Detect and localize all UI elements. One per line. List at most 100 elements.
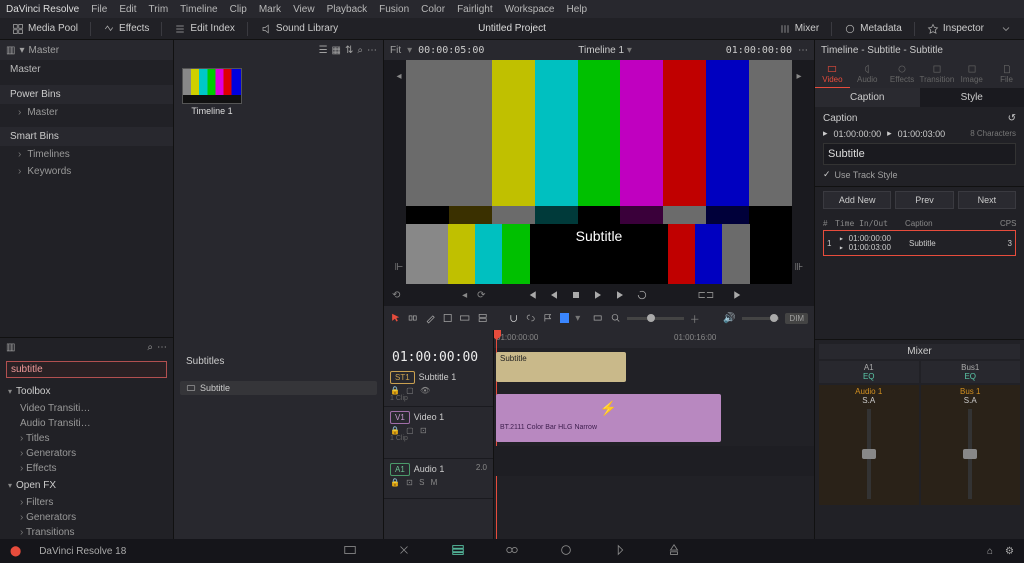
marker-color-icon[interactable] xyxy=(560,313,569,323)
video-track-header[interactable]: V1Video 1 🔒 ▢ ⊡ 1 Clip xyxy=(384,407,493,459)
subtitle-generator[interactable]: Subtitle xyxy=(180,381,377,395)
menu-mark[interactable]: Mark xyxy=(259,4,281,15)
video-clip[interactable]: ⚡ BT.2111 Color Bar HLG Narrow xyxy=(496,394,721,442)
menu-timeline[interactable]: Timeline xyxy=(180,4,217,15)
loop-play-icon[interactable] xyxy=(636,289,648,301)
in-out-icon[interactable]: ⊏⊐ xyxy=(698,290,715,301)
openfx-header[interactable]: Open FX xyxy=(0,476,173,495)
page-fusion[interactable] xyxy=(505,543,519,560)
chevron-icon[interactable]: ▾ xyxy=(19,45,24,56)
ofx-filters[interactable]: Filters xyxy=(0,495,173,510)
next-edit-icon[interactable]: ▸ xyxy=(796,71,801,82)
effects-button[interactable]: Effects xyxy=(97,21,155,37)
ofx-generators[interactable]: Generators xyxy=(0,510,173,525)
subtitles-category[interactable]: Subtitles xyxy=(180,352,377,371)
step-fwd-icon[interactable] xyxy=(614,289,626,301)
go-end-icon[interactable] xyxy=(732,289,744,301)
page-deliver[interactable] xyxy=(667,543,681,560)
zoom-detail-icon[interactable] xyxy=(610,312,621,324)
mixer-a1[interactable]: A1EQ xyxy=(819,361,919,383)
prev-edit-icon[interactable]: ◂ xyxy=(396,71,401,82)
subtab-caption[interactable]: Caption xyxy=(815,88,920,107)
inspector-tab-image[interactable]: Image xyxy=(954,60,989,88)
caption-text-input[interactable]: Subtitle xyxy=(823,143,1016,165)
tc-out[interactable]: 01:00:03:00 xyxy=(898,129,946,139)
page-media[interactable] xyxy=(343,543,357,560)
timeline-thumbnail[interactable]: Timeline 1 xyxy=(182,68,242,116)
fx-titles[interactable]: Titles xyxy=(0,431,173,446)
dim-button[interactable]: DIM xyxy=(785,313,808,324)
match-frame-icon[interactable]: ⟲ xyxy=(392,290,400,301)
loop-icon[interactable]: ⟳ xyxy=(477,290,485,301)
expand-button[interactable] xyxy=(994,21,1018,37)
prev-clip-icon[interactable]: ◂ xyxy=(462,290,467,301)
viewer-timeline-name[interactable]: Timeline 1 xyxy=(578,45,624,56)
audio-track-header[interactable]: A1Audio 12.0 🔒 ⊡ S M xyxy=(384,459,493,499)
thumb-view-icon[interactable]: ▦ xyxy=(332,45,341,56)
fx-video-transitions[interactable]: Video Transiti… xyxy=(0,401,173,416)
menu-playback[interactable]: Playback xyxy=(327,4,368,15)
prev-button[interactable]: Prev xyxy=(895,191,953,209)
ofx-transitions[interactable]: Transitions xyxy=(0,525,173,539)
trim-tool-icon[interactable] xyxy=(407,312,418,324)
menu-fairlight[interactable]: Fairlight xyxy=(457,4,493,15)
menu-help[interactable]: Help xyxy=(566,4,587,15)
inspector-tab-audio[interactable]: Audio xyxy=(850,60,885,88)
viewer-more-icon[interactable]: ⋯ xyxy=(798,45,808,56)
inspector-tab-file[interactable]: File xyxy=(989,60,1024,88)
power-bin-master[interactable]: Master xyxy=(0,104,173,121)
mixer-button[interactable]: Mixer xyxy=(773,21,825,37)
toolbox-header[interactable]: Toolbox xyxy=(0,382,173,401)
inspector-tab-video[interactable]: Video xyxy=(815,60,850,88)
play-icon[interactable] xyxy=(592,289,604,301)
vol-slider[interactable] xyxy=(742,317,780,320)
pool-master-label[interactable]: Master xyxy=(28,45,59,56)
mixer-bus1b[interactable]: Bus 1S.A xyxy=(921,385,1021,505)
tc-in-marker-icon[interactable]: ▸ xyxy=(823,128,828,139)
page-cut[interactable] xyxy=(397,543,411,560)
tc-out-marker-icon[interactable]: ▸ xyxy=(887,128,892,139)
menu-view[interactable]: View xyxy=(293,4,315,15)
sound-library-button[interactable]: Sound Library xyxy=(254,21,344,37)
add-new-button[interactable]: Add New xyxy=(823,191,891,209)
subtitle-track-header[interactable]: ST1Subtitle 1 🔒 ▢ 👁 1 Clip xyxy=(384,367,493,407)
go-start-icon[interactable] xyxy=(526,289,538,301)
smart-bins-header[interactable]: Smart Bins xyxy=(0,127,173,146)
home-icon[interactable]: ⌂ xyxy=(987,546,993,557)
snap-icon[interactable] xyxy=(508,312,519,324)
mixer-audio1[interactable]: Audio 1S.A xyxy=(819,385,919,505)
fx-generators[interactable]: Generators xyxy=(0,446,173,461)
subtab-style[interactable]: Style xyxy=(920,88,1024,107)
step-back-icon[interactable] xyxy=(548,289,560,301)
insert-tool-icon[interactable] xyxy=(442,312,453,324)
stop-icon[interactable] xyxy=(570,289,582,301)
effects-search-input[interactable] xyxy=(6,361,167,378)
flag-icon[interactable] xyxy=(542,312,553,324)
selection-tool-icon[interactable] xyxy=(390,312,401,324)
zoom-slider[interactable] xyxy=(627,317,684,320)
menu-fusion[interactable]: Fusion xyxy=(379,4,409,15)
search-pool-icon[interactable]: ⌕ xyxy=(357,45,363,56)
blade-tool-icon[interactable] xyxy=(425,312,436,324)
smart-bin-timelines[interactable]: Timelines xyxy=(0,146,173,163)
timeline-timecode[interactable]: 01:00:00:00 xyxy=(384,348,493,367)
first-frame-icon[interactable]: ⊩ xyxy=(395,262,404,273)
page-edit[interactable] xyxy=(451,543,465,560)
menu-edit[interactable]: Edit xyxy=(119,4,136,15)
sort-icon[interactable]: ⇅ xyxy=(345,45,353,56)
mixer-bus1[interactable]: Bus1EQ xyxy=(921,361,1021,383)
menu-file[interactable]: File xyxy=(91,4,107,15)
settings-icon[interactable]: ⚙ xyxy=(1005,546,1014,557)
replace-tool-icon[interactable] xyxy=(477,312,488,324)
fx-effects[interactable]: Effects xyxy=(0,461,173,476)
pool-more-icon[interactable]: ⋯ xyxy=(367,45,377,56)
use-track-style-checkbox[interactable]: Use Track Style xyxy=(823,169,1016,180)
smart-bin-keywords[interactable]: Keywords xyxy=(0,163,173,180)
menu-color[interactable]: Color xyxy=(421,4,445,15)
page-fairlight[interactable] xyxy=(613,543,627,560)
volume-icon[interactable]: 🔊 xyxy=(723,313,735,324)
fit-dropdown[interactable]: Fit xyxy=(390,45,401,56)
overwrite-tool-icon[interactable] xyxy=(459,312,470,324)
filter-icon[interactable]: ▥ xyxy=(6,342,15,353)
power-bins-header[interactable]: Power Bins xyxy=(0,85,173,104)
